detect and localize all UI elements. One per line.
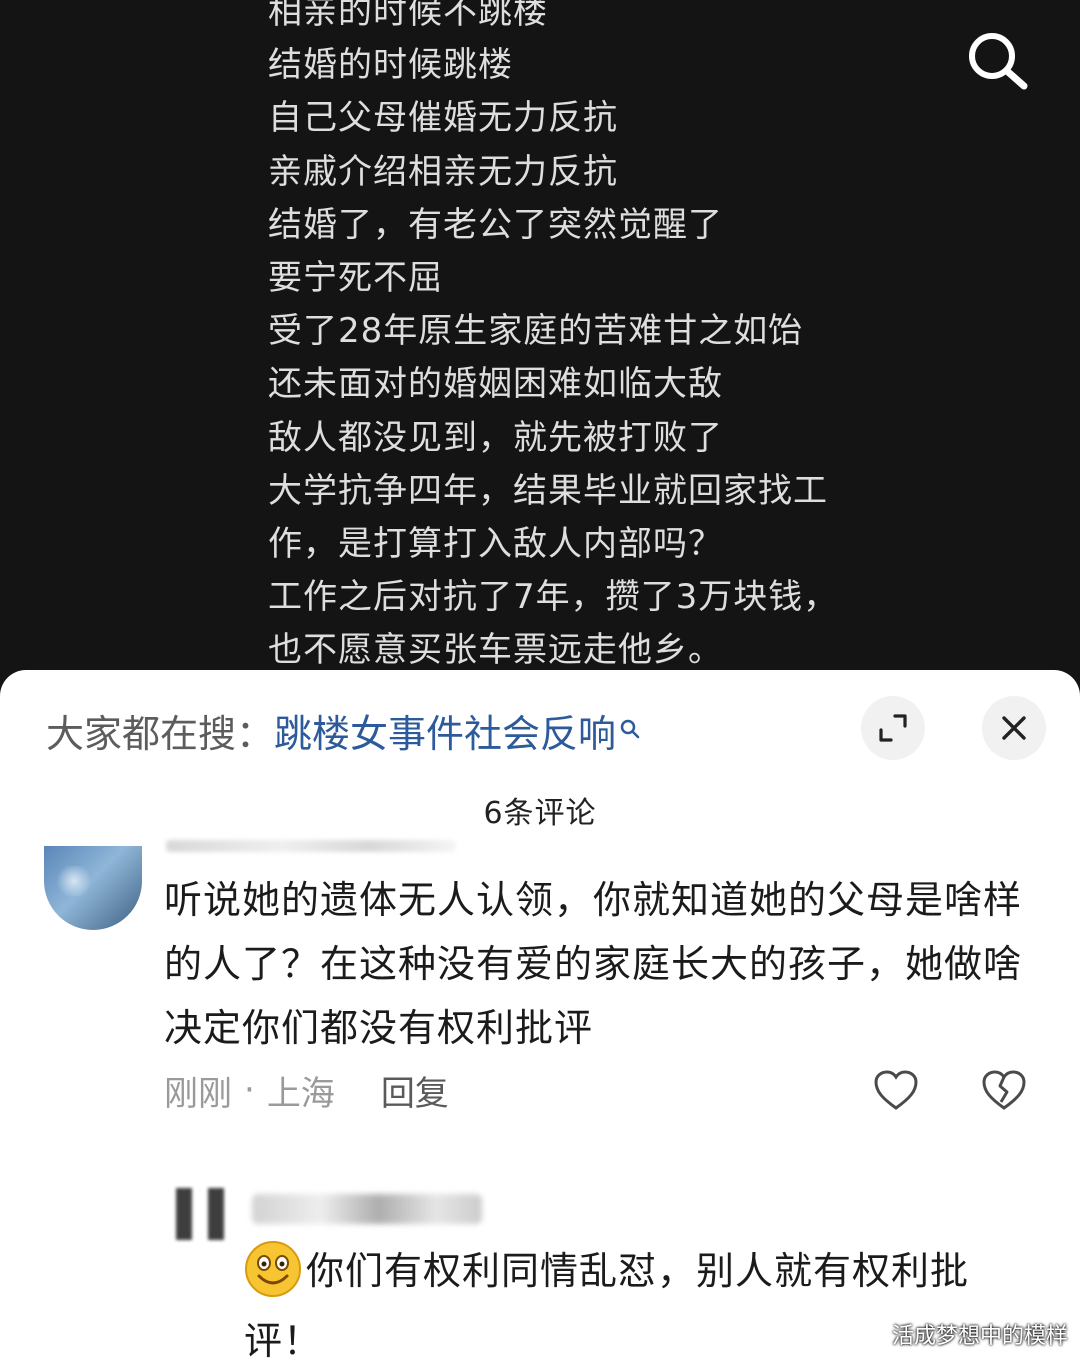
reply-name-blurred	[252, 1194, 482, 1224]
search-button[interactable]	[962, 26, 1032, 96]
trending-search-label: 大家都在搜：	[46, 711, 275, 756]
lyric-line: 结婚了，有老公了突然觉醒了	[268, 204, 723, 245]
search-small-icon	[618, 706, 642, 739]
comment-count: 6条评论	[483, 796, 597, 831]
meta-separator: ·	[244, 1070, 255, 1110]
video-text-overlay: 相亲的时候不跳楼 结婚的时候跳楼 自己父母催婚无力反抗 亲戚介绍相亲无力反抗 结…	[268, 0, 908, 677]
search-icon	[969, 33, 1028, 90]
broken-heart-icon	[982, 1070, 1026, 1110]
lyric-line: 相亲的时候不跳楼	[268, 0, 548, 32]
lyric-line: 敌人都没见到，就先被打败了	[268, 417, 723, 458]
lyric-line: 亲戚介绍相亲无力反抗	[268, 151, 618, 192]
watermark: 活成梦想中的模样	[891, 1324, 1068, 1349]
lyric-line: 大学抗争四年，结果毕业就回家找工	[268, 470, 828, 511]
commenter-name-blurred	[166, 840, 456, 852]
lyric-line: 还未面对的婚姻困难如临大敌	[268, 364, 723, 405]
like-button[interactable]	[872, 1068, 920, 1112]
reply-avatar-blurred[interactable]	[160, 1188, 224, 1240]
close-icon	[1002, 716, 1026, 740]
lyric-line: 受了28年原生家庭的苦难甘之如饴	[268, 311, 804, 352]
trending-search-link[interactable]: 跳楼女事件社会反响	[274, 703, 616, 758]
close-button[interactable]	[982, 696, 1046, 760]
smile-emoji-icon	[244, 1240, 302, 1298]
lyric-line: 要宁死不屈	[268, 257, 443, 298]
expand-icon	[879, 714, 907, 742]
dislike-button[interactable]	[980, 1068, 1028, 1112]
lyric-line: 自己父母催婚无力反抗	[268, 98, 618, 139]
reply-button[interactable]: 回复	[381, 1066, 449, 1115]
comment-text: 听说她的遗体无人认领，你就知道她的父母是啥样的人了？在这种没有爱的家庭长大的孩子…	[164, 878, 1023, 1050]
reply-text: 你们有权利同情乱怼，别人就有权利批评！	[244, 1249, 970, 1363]
comment-location: 上海	[266, 1073, 335, 1114]
comment-sheet: 大家都在搜： 跳楼女事件社会反响 6条评论 听说她的遗体无人认领，你就知道她的父…	[0, 670, 1080, 1364]
commenter-avatar[interactable]	[44, 846, 142, 930]
heart-icon	[874, 1070, 918, 1110]
lyric-line: 作，是打算打入敌人内部吗？	[268, 523, 723, 564]
expand-button[interactable]	[861, 696, 925, 760]
comment-meta: 刚刚 · 上海 回复	[164, 1066, 449, 1115]
comment-time: 刚刚	[164, 1073, 232, 1114]
lyric-line: 工作之后对抗了7年，攒了3万块钱，	[268, 577, 839, 618]
trending-search-bar: 大家都在搜： 跳楼女事件社会反响	[46, 700, 642, 760]
video-area[interactable]: 相亲的时候不跳楼 结婚的时候跳楼 自己父母催婚无力反抗 亲戚介绍相亲无力反抗 结…	[0, 0, 1080, 700]
lyric-line: 结婚的时候跳楼	[268, 45, 513, 86]
